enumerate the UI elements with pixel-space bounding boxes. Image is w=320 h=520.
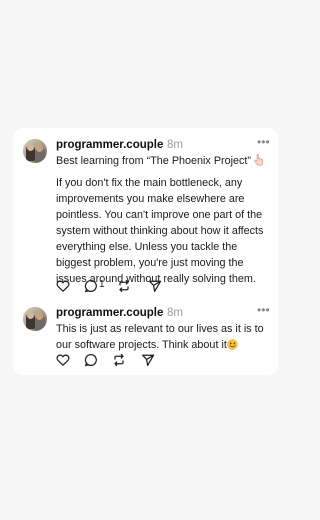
- timestamp: 8m: [167, 307, 183, 319]
- reply-count: 1: [99, 279, 105, 290]
- post-title-line: Best learning from “The Phoenix Project”: [56, 153, 274, 169]
- repost-icon[interactable]: [112, 353, 126, 367]
- more-options-icon[interactable]: •••: [257, 135, 270, 149]
- avatar[interactable]: [23, 307, 47, 331]
- post-title: Best learning from “The Phoenix Project”: [56, 155, 252, 167]
- send-icon[interactable]: [141, 353, 155, 367]
- heart-icon[interactable]: [56, 353, 70, 367]
- comment-icon[interactable]: [84, 353, 98, 367]
- thread-card: programmer.couple 8m ••• Best learning f…: [13, 128, 278, 375]
- heart-icon[interactable]: [56, 279, 70, 293]
- avatar[interactable]: [23, 139, 47, 163]
- more-options-icon[interactable]: •••: [257, 303, 270, 317]
- send-icon[interactable]: [148, 279, 162, 293]
- repost-icon[interactable]: [117, 279, 131, 293]
- post-body: If you don't fix the main bottleneck, an…: [56, 177, 264, 285]
- pointing-hand-icon: [253, 153, 264, 166]
- comment-icon[interactable]: [84, 279, 98, 293]
- smiling-face-icon: [227, 339, 238, 350]
- username[interactable]: programmer.couple: [56, 139, 163, 151]
- post-body-wrap: This is just as relevant to our lives as…: [56, 321, 274, 353]
- timestamp: 8m: [167, 139, 183, 151]
- username[interactable]: programmer.couple: [56, 307, 163, 319]
